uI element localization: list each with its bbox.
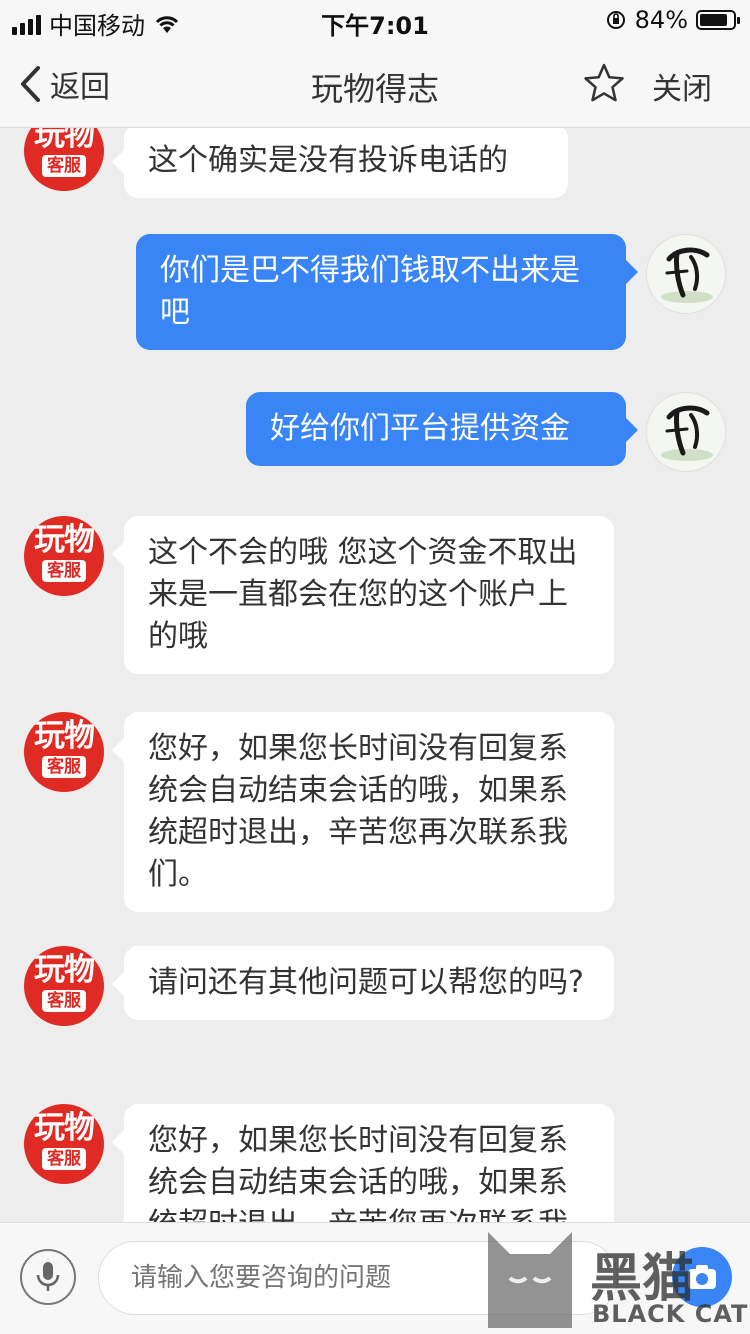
message-input[interactable] xyxy=(98,1241,618,1315)
user-avatar xyxy=(646,234,726,314)
nav-bar: 返回 玩物得志 关闭 xyxy=(0,40,750,128)
message-bubble: 你们是巴不得我们钱取不出来是吧 xyxy=(136,234,638,350)
camera-icon xyxy=(688,1265,716,1289)
input-bar xyxy=(0,1222,750,1334)
ink-brush-icon xyxy=(661,405,713,461)
battery-icon xyxy=(696,10,740,30)
message-bubble: 这个确实是没有投诉电话的 xyxy=(112,128,568,198)
message-bubble: 好给你们平台提供资金 xyxy=(246,392,638,466)
service-avatar: 玩物 客服 xyxy=(24,1104,104,1184)
service-avatar: 玩物 客服 xyxy=(24,946,104,1026)
favorite-star-icon[interactable] xyxy=(583,62,625,104)
battery-percent: 84% xyxy=(634,6,688,34)
close-button[interactable]: 关闭 xyxy=(652,64,712,108)
ink-brush-icon xyxy=(661,247,713,303)
service-avatar: 玩物 客服 xyxy=(24,712,104,792)
user-avatar xyxy=(646,392,726,472)
message-bubble: 这个不会的哦 您这个资金不取出来是一直都会在您的这个账户上的哦 xyxy=(112,516,614,674)
camera-button[interactable] xyxy=(672,1247,732,1307)
message-bubble: 您好，如果您长时间没有回复系统会自动结束会话的哦，如果系统超时退出，辛苦您再次联… xyxy=(112,1104,614,1222)
status-bar: 中国移动 下午7:01 84% xyxy=(0,0,750,40)
service-avatar: 玩物 客服 xyxy=(24,516,104,596)
voice-button[interactable] xyxy=(20,1249,76,1305)
service-avatar: 玩物 客服 xyxy=(24,128,104,191)
message-bubble: 请问还有其他问题可以帮您的吗? xyxy=(112,946,614,1020)
status-right: 84% xyxy=(605,6,740,34)
microphone-icon xyxy=(36,1262,60,1291)
orientation-lock-icon xyxy=(606,11,625,29)
message-bubble: 您好，如果您长时间没有回复系统会自动结束会话的哦，如果系统超时退出，辛苦您再次联… xyxy=(112,712,614,912)
chat-area[interactable]: 玩物 客服 这个确实是没有投诉电话的 你们是巴不得我们钱取不出来是吧 好给你们平台… xyxy=(0,128,750,1222)
page-title: 玩物得志 xyxy=(310,70,439,108)
